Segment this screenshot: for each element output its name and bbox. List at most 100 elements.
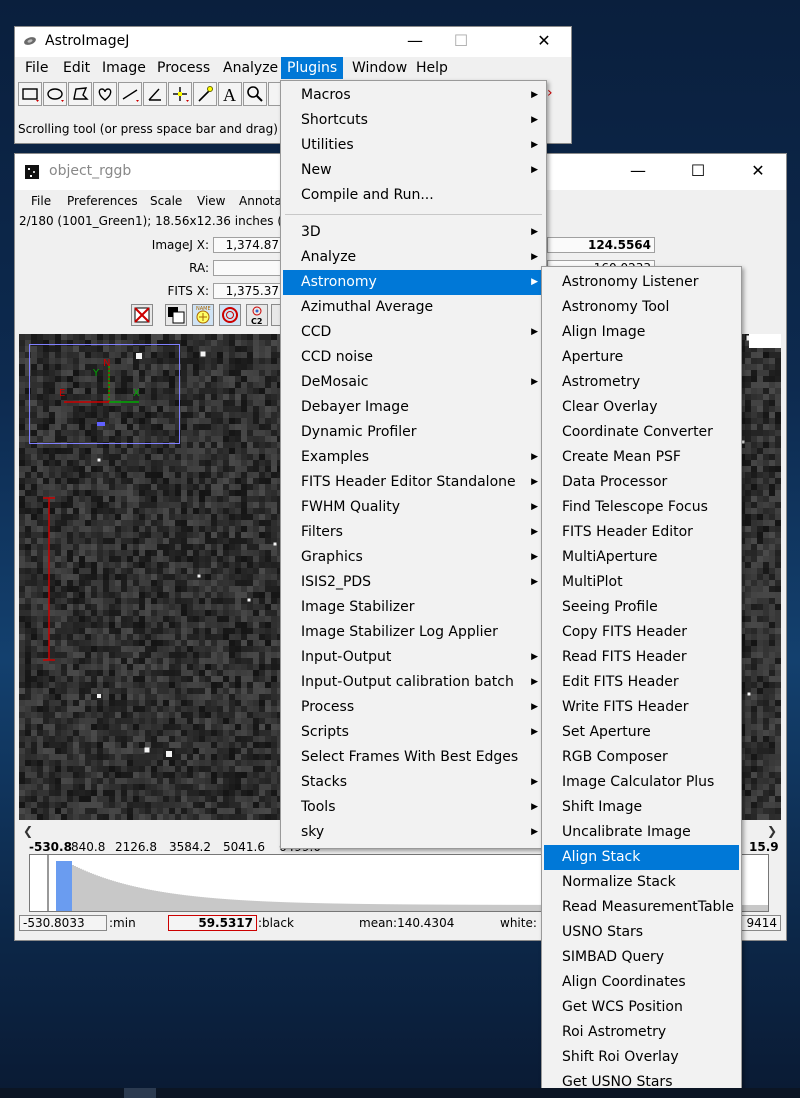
astronomy-item-clear-overlay[interactable]: Clear Overlay [544,395,739,420]
toolbar-more-arrow-icon[interactable]: › [547,85,553,101]
plugins-item-compile-and-run[interactable]: Compile and Run... [283,183,544,208]
image-menu-file[interactable]: File [25,190,57,212]
minimize-button[interactable]: — [392,27,438,57]
plugins-item-fwhm-quality[interactable]: FWHM Quality ▶ [283,495,544,520]
plugins-item-macros[interactable]: Macros ▶ [283,83,544,108]
astronomy-item-astrometry[interactable]: Astrometry [544,370,739,395]
astronomy-item-rgb-composer[interactable]: RGB Composer [544,745,739,770]
text-tool[interactable]: A [218,82,242,106]
scroll-left-icon[interactable]: ❮ [19,822,37,840]
plugins-item-isis2-pds[interactable]: ISIS2_PDS ▶ [283,570,544,595]
centroid-c2-icon[interactable]: C2 [246,304,268,326]
astronomy-item-astronomy-tool[interactable]: Astronomy Tool [544,295,739,320]
oval-tool[interactable] [43,82,67,106]
plugins-item-new[interactable]: New ▶ [283,158,544,183]
plugins-item-shortcuts[interactable]: Shortcuts ▶ [283,108,544,133]
image-menu-scale[interactable]: Scale [144,190,188,212]
image-menu-preferences[interactable]: Preferences [61,190,144,212]
fits-x-field[interactable]: 1,375.37 [213,283,283,299]
astronomy-item-shift-image[interactable]: Shift Image [544,795,739,820]
astronomy-item-read-fits-header[interactable]: Read FITS Header [544,645,739,670]
plugins-item-tools[interactable]: Tools ▶ [283,795,544,820]
invert-colors-icon[interactable] [165,304,187,326]
menu-file[interactable]: File [19,57,54,79]
astronomy-item-roi-astrometry[interactable]: Roi Astrometry [544,1020,739,1045]
menu-process[interactable]: Process [151,57,216,79]
plugins-item-input-output-calibration-batch[interactable]: Input-Output calibration batch ▶ [283,670,544,695]
taskbar-item[interactable] [124,1088,156,1098]
freehand-tool[interactable] [93,82,117,106]
astronomy-item-set-aperture[interactable]: Set Aperture [544,720,739,745]
wand-tool[interactable] [193,82,217,106]
astronomy-item-data-processor[interactable]: Data Processor [544,470,739,495]
plugins-item-azimuthal-average[interactable]: Azimuthal Average [283,295,544,320]
astronomy-item-simbad-query[interactable]: SIMBAD Query [544,945,739,970]
zoom-navigator[interactable]: N Y X E [29,344,181,446]
astronomy-item-align-image[interactable]: Align Image [544,320,739,345]
plugins-item-select-frames-with-best-edges[interactable]: Select Frames With Best Edges [283,745,544,770]
plugins-item-process[interactable]: Process ▶ [283,695,544,720]
astronomy-item-astronomy-listener[interactable]: Astronomy Listener [544,270,739,295]
astronomy-item-coordinate-converter[interactable]: Coordinate Converter [544,420,739,445]
plugins-item-analyze[interactable]: Analyze ▶ [283,245,544,270]
astronomy-item-multiaperture[interactable]: MultiAperture [544,545,739,570]
plugins-item-utilities[interactable]: Utilities ▶ [283,133,544,158]
point-tool[interactable] [168,82,192,106]
astronomy-item-seeing-profile[interactable]: Seeing Profile [544,595,739,620]
plugins-item-input-output[interactable]: Input-Output ▶ [283,645,544,670]
plugins-item-image-stabilizer-log-applier[interactable]: Image Stabilizer Log Applier [283,620,544,645]
image-menu-view[interactable]: View [191,190,231,212]
image-maximize-button[interactable]: ☐ [675,157,721,187]
astronomy-item-multiplot[interactable]: MultiPlot [544,570,739,595]
imagej-x-field[interactable]: 1,374.87 [213,237,283,253]
main-titlebar[interactable]: AstroImageJ — ☐ ✕ [15,27,571,57]
astronomy-item-create-mean-psf[interactable]: Create Mean PSF [544,445,739,470]
menu-analyze[interactable]: Analyze [217,57,284,79]
maximize-button[interactable]: ☐ [438,27,484,57]
astronomy-item-align-stack[interactable]: Align Stack [544,845,739,870]
plugins-item-debayer-image[interactable]: Debayer Image [283,395,544,420]
menu-help[interactable]: Help [410,57,454,79]
plugins-item-dynamic-profiler[interactable]: Dynamic Profiler [283,420,544,445]
aperture-ring-icon[interactable] [219,304,241,326]
plugins-item-demosaic[interactable]: DeMosaic ▶ [283,370,544,395]
plugins-item-examples[interactable]: Examples ▶ [283,445,544,470]
plugins-item-sky[interactable]: sky ▶ [283,820,544,845]
min-value-field[interactable]: -530.8033 [19,915,107,931]
image-close-button[interactable]: ✕ [735,157,781,187]
clear-overlay-icon[interactable] [131,304,153,326]
plugins-item-3d[interactable]: 3D ▶ [283,220,544,245]
astronomy-item-read-measurementtable[interactable]: Read MeasurementTable [544,895,739,920]
close-button[interactable]: ✕ [521,27,567,57]
menu-plugins[interactable]: Plugins [281,57,343,79]
max-value-field[interactable]: 9414 [739,915,781,931]
astronomy-item-uncalibrate-image[interactable]: Uncalibrate Image [544,820,739,845]
plugins-item-scripts[interactable]: Scripts ▶ [283,720,544,745]
astronomy-item-normalize-stack[interactable]: Normalize Stack [544,870,739,895]
black-value-field[interactable]: 59.5317 [168,915,257,931]
pixel-value-field[interactable]: 124.5564 [547,237,655,253]
plugins-item-ccd[interactable]: CCD ▶ [283,320,544,345]
astronomy-item-edit-fits-header[interactable]: Edit FITS Header [544,670,739,695]
astronomy-item-align-coordinates[interactable]: Align Coordinates [544,970,739,995]
astronomy-item-fits-header-editor[interactable]: FITS Header Editor [544,520,739,545]
astronomy-item-usno-stars[interactable]: USNO Stars [544,920,739,945]
astronomy-item-aperture[interactable]: Aperture [544,345,739,370]
astronomy-item-write-fits-header[interactable]: Write FITS Header [544,695,739,720]
polygon-tool[interactable] [68,82,92,106]
aperture-name-icon[interactable]: NAME [192,304,214,326]
plugins-item-image-stabilizer[interactable]: Image Stabilizer [283,595,544,620]
astronomy-item-copy-fits-header[interactable]: Copy FITS Header [544,620,739,645]
plugins-item-stacks[interactable]: Stacks ▶ [283,770,544,795]
image-minimize-button[interactable]: — [615,157,661,187]
astronomy-item-shift-roi-overlay[interactable]: Shift Roi Overlay [544,1045,739,1070]
zoom-tool[interactable] [243,82,267,106]
plugins-item-graphics[interactable]: Graphics ▶ [283,545,544,570]
plugins-item-astronomy[interactable]: Astronomy ▶ [283,270,544,295]
scroll-right-icon[interactable]: ❯ [763,822,781,840]
rectangle-tool[interactable] [18,82,42,106]
astronomy-item-image-calculator-plus[interactable]: Image Calculator Plus [544,770,739,795]
menu-edit[interactable]: Edit [57,57,96,79]
menu-image[interactable]: Image [96,57,152,79]
plugins-item-fits-header-editor-standalone[interactable]: FITS Header Editor Standalone ▶ [283,470,544,495]
